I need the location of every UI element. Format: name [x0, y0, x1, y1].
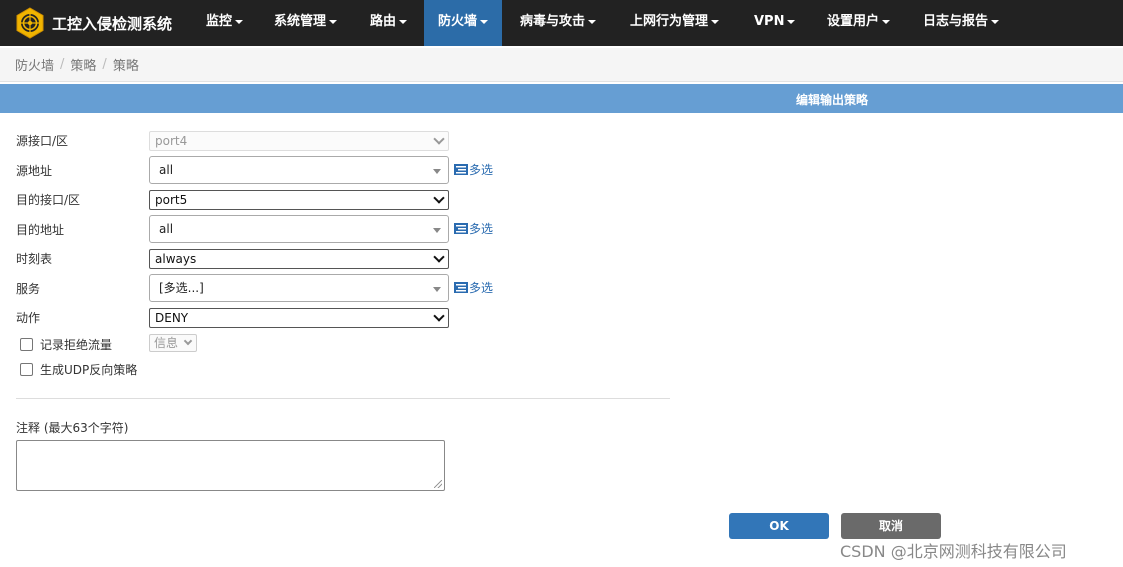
watermark: CSDN @北京网测科技有限公司 [840, 542, 1067, 561]
breadcrumb-separator: / [102, 57, 107, 72]
src-addr-multiselect-link[interactable]: 多选 [454, 161, 493, 178]
nav-virus-attack[interactable]: 病毒与攻击 [520, 0, 597, 46]
chevron-down-icon [183, 336, 193, 346]
brand[interactable]: 工控入侵检测系统 [14, 6, 172, 40]
list-icon [454, 223, 468, 234]
list-icon [454, 164, 468, 175]
page-title: 编辑输出策略 [796, 93, 869, 107]
nav-firewall[interactable]: 防火墙 [424, 0, 503, 46]
dst-addr-combo[interactable]: all [149, 215, 449, 243]
caret-down-icon [329, 19, 338, 24]
action-select[interactable]: DENY [149, 308, 449, 328]
breadcrumb-item-current: 策略 [112, 59, 139, 74]
comment-textarea[interactable] [16, 440, 445, 491]
dst-intf-select[interactable]: port5 [149, 190, 449, 210]
src-intf-label: 源接口/区 [16, 134, 69, 148]
page-title-bar: 编辑输出策略 [0, 84, 1123, 113]
dropdown-arrow-icon [433, 287, 441, 292]
chevron-down-icon [433, 310, 445, 322]
schedule-select[interactable]: always [149, 249, 449, 269]
src-intf-select: port4 [149, 131, 449, 151]
resize-grip-icon[interactable] [434, 480, 442, 488]
caret-down-icon [991, 19, 1000, 24]
dst-addr-multiselect-link[interactable]: 多选 [454, 220, 493, 237]
udp-reverse-checkbox[interactable] [20, 363, 33, 376]
comment-label: 注释 (最大63个字符) [16, 421, 129, 435]
chevron-down-icon [433, 192, 445, 204]
log-level-select: 信息 [149, 334, 197, 352]
list-icon [454, 282, 468, 293]
action-label: 动作 [16, 311, 41, 325]
nav-logs-reports[interactable]: 日志与报告 [923, 0, 1000, 46]
cancel-button[interactable]: 取消 [841, 513, 941, 539]
nav-monitor[interactable]: 监控 [206, 0, 244, 46]
dropdown-arrow-icon [433, 169, 441, 174]
service-multiselect-link[interactable]: 多选 [454, 279, 493, 296]
chevron-down-icon [433, 133, 445, 145]
nav-routing[interactable]: 路由 [370, 0, 408, 46]
log-deny-checkbox[interactable] [20, 338, 33, 351]
breadcrumb-item[interactable]: 策略 [70, 55, 96, 74]
dst-addr-label: 目的地址 [16, 223, 65, 237]
service-label: 服务 [16, 282, 41, 296]
caret-down-icon [399, 19, 408, 24]
schedule-label: 时刻表 [16, 252, 53, 266]
caret-down-icon [711, 19, 720, 24]
log-deny-row: 记录拒绝流量 [20, 336, 112, 353]
caret-down-icon [787, 19, 796, 24]
nav-web-behavior[interactable]: 上网行为管理 [630, 0, 720, 46]
src-addr-label: 源地址 [16, 164, 53, 178]
nav-vpn[interactable]: VPN [754, 0, 796, 46]
caret-down-icon [480, 19, 489, 24]
dropdown-arrow-icon [433, 228, 441, 233]
caret-down-icon [882, 19, 891, 24]
caret-down-icon [235, 19, 244, 24]
breadcrumb-separator: / [60, 57, 65, 72]
caret-down-icon [588, 19, 597, 24]
top-navbar: 工控入侵检测系统 监控 系统管理 路由 防火墙 病毒与攻击 上网行为管理 VPN… [0, 0, 1123, 46]
nav-user-settings[interactable]: 设置用户 [827, 0, 891, 46]
breadcrumb: 防火墙 / 策略 / 策略 [0, 48, 1123, 82]
src-addr-combo[interactable]: all [149, 156, 449, 184]
divider [16, 398, 670, 399]
dst-intf-label: 目的接口/区 [16, 193, 81, 207]
app-title: 工控入侵检测系统 [52, 14, 173, 33]
chevron-down-icon [433, 251, 445, 263]
logo-icon [16, 7, 44, 39]
service-combo[interactable]: [多选...] [149, 274, 449, 302]
ok-button[interactable]: OK [729, 513, 829, 539]
nav-system[interactable]: 系统管理 [274, 0, 338, 46]
udp-reverse-row: 生成UDP反向策略 [20, 361, 137, 378]
breadcrumb-item[interactable]: 防火墙 [15, 55, 54, 74]
